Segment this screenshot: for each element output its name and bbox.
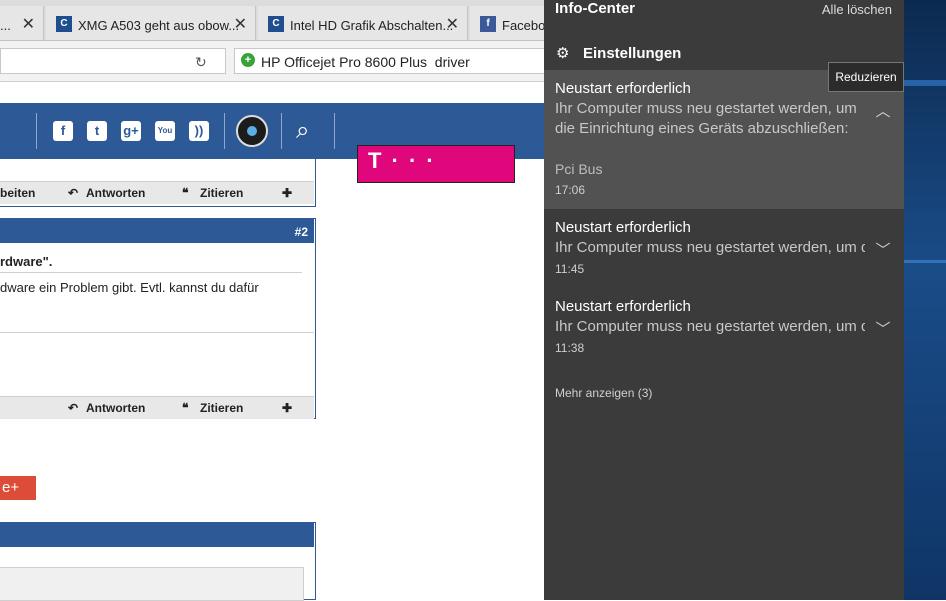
post-3	[0, 522, 316, 601]
twitter-icon[interactable]: t	[87, 121, 107, 141]
reply-icon: ↶	[68, 401, 79, 415]
post-3-header	[0, 523, 314, 547]
google-plus-icon[interactable]: g+	[121, 121, 141, 141]
divider	[0, 272, 302, 273]
notification-title: Neustart erforderlich	[555, 298, 691, 315]
youtube-icon[interactable]: You	[155, 121, 175, 141]
tab-3[interactable]: C Intel HD Grafik Abschalten... ✕	[258, 6, 468, 40]
gear-icon[interactable]: ⚙	[556, 44, 569, 62]
multiquote-icon[interactable]: ✚	[282, 186, 292, 200]
collapse-tooltip: Reduzieren	[828, 62, 904, 92]
quote-button[interactable]: Zitieren	[200, 401, 243, 415]
quote-icon: ❝	[182, 401, 189, 415]
tab-1[interactable]: ... ✕	[0, 6, 44, 40]
google-plus-button[interactable]: e+	[0, 476, 36, 500]
divider	[334, 113, 335, 149]
reply-button[interactable]: Antworten	[86, 186, 145, 200]
post-2: #2 rdware". dware ein Problem gibt. Evtl…	[0, 218, 316, 419]
tab-3-close-icon[interactable]: ✕	[446, 14, 459, 34]
facebook-icon: f	[480, 16, 496, 32]
clear-all-button[interactable]: Alle löschen	[822, 2, 892, 17]
search-input[interactable]: + HP Officejet Pro 8600 Plus driver	[234, 48, 554, 74]
post-2-header: #2	[0, 219, 314, 243]
edit-button[interactable]: beiten	[0, 186, 35, 200]
search-engine-icon: +	[241, 53, 255, 67]
post-3-body	[0, 567, 304, 601]
notification-body-line1: Ihr Computer muss neu gestartet werden, …	[555, 239, 865, 256]
post-2-text-line1: rdware".	[0, 254, 53, 269]
divider	[224, 113, 225, 149]
chevron-down-icon[interactable]: ﹀	[874, 239, 892, 259]
post-2-text-line2: dware ein Problem gibt. Evtl. kannst du …	[0, 280, 259, 295]
notification-3[interactable]: Neustart erforderlich Ihr Computer muss …	[544, 288, 904, 368]
telekom-logo: T · · ·	[368, 148, 436, 173]
cb-favicon-icon: C	[268, 16, 284, 32]
tab-3-title: Intel HD Grafik Abschalten...	[290, 18, 454, 33]
reload-icon[interactable]: ↻	[195, 54, 207, 71]
divider	[36, 113, 37, 149]
notification-body-line2: die Einrichtung eines Geräts abzuschließ…	[555, 120, 849, 137]
notification-time: 17:06	[555, 183, 586, 197]
wallpaper-light-beam	[904, 260, 946, 263]
post-1-actions: beiten ↶ Antworten ❝ Zitieren ✚	[0, 181, 314, 204]
settings-header[interactable]: Einstellungen	[583, 45, 681, 62]
chevron-down-icon[interactable]: ﹀	[874, 318, 892, 338]
wallpaper-light-beam	[904, 80, 946, 86]
eye-avatar-icon[interactable]	[236, 115, 268, 147]
divider	[281, 113, 282, 149]
rss-icon[interactable]: ))	[189, 121, 209, 141]
divider	[0, 332, 314, 333]
search-query: HP Officejet Pro 8600 Plus driver	[261, 54, 470, 70]
notification-time: 11:38	[555, 341, 585, 355]
multiquote-icon[interactable]: ✚	[282, 401, 292, 415]
tab-1-title: ...	[0, 18, 11, 33]
quote-icon: ❝	[182, 186, 189, 200]
telekom-ad-banner[interactable]: T · · ·	[357, 145, 515, 183]
desktop-background	[904, 0, 946, 600]
search-icon[interactable]: ⌕	[296, 117, 309, 145]
reply-icon: ↶	[68, 186, 79, 200]
reply-button[interactable]: Antworten	[86, 401, 145, 415]
post-number[interactable]: #2	[295, 225, 308, 239]
address-bar[interactable]: ↻	[0, 48, 226, 74]
chevron-up-icon[interactable]: ︿	[874, 100, 892, 120]
notification-time: 11:45	[555, 262, 585, 276]
tab-2-title: XMG A503 geht aus obow...	[78, 18, 240, 33]
facebook-icon[interactable]: f	[53, 121, 73, 141]
notification-body-line1: Ihr Computer muss neu gestartet werden, …	[555, 318, 865, 335]
tab-1-close-icon[interactable]: ✕	[22, 14, 35, 34]
notification-source: Pci Bus	[555, 161, 603, 177]
quote-button[interactable]: Zitieren	[200, 186, 243, 200]
notification-title: Neustart erforderlich	[555, 80, 691, 97]
show-more-link[interactable]: Mehr anzeigen (3)	[555, 386, 652, 400]
post-2-actions: ↶ Antworten ❝ Zitieren ✚	[0, 396, 314, 419]
notification-body-line1: Ihr Computer muss neu gestartet werden, …	[555, 100, 857, 117]
tab-2[interactable]: C XMG A503 geht aus obow... ✕	[46, 6, 256, 40]
post-1: beiten ↶ Antworten ❝ Zitieren ✚	[0, 159, 316, 207]
notification-2[interactable]: Neustart erforderlich Ihr Computer muss …	[544, 209, 904, 289]
tab-2-close-icon[interactable]: ✕	[234, 14, 247, 34]
info-center-title: Info-Center	[555, 0, 635, 17]
notification-title: Neustart erforderlich	[555, 219, 691, 236]
cb-favicon-icon: C	[56, 16, 72, 32]
